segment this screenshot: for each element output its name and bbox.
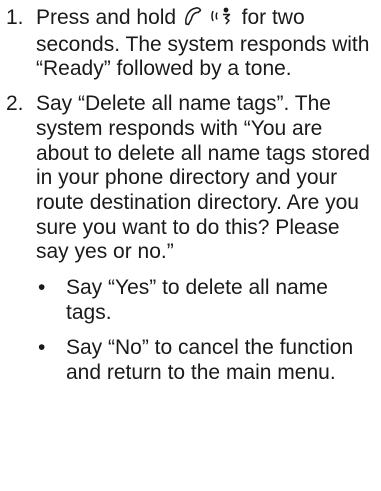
bullet-text: Say “No” to cancel the function and retu… — [66, 336, 354, 385]
step-1: 1. Press and hold for two seconds. The s… — [6, 6, 373, 82]
instruction-page: 1. Press and hold for two seconds. The s… — [0, 0, 381, 491]
phone-handset-icon — [182, 6, 204, 33]
step-text-start: Press and hold — [36, 6, 182, 29]
bullet-marker: • — [38, 276, 46, 300]
bullet-marker: • — [38, 336, 46, 360]
step-text: Say “Delete all name tags”. The system r… — [36, 92, 370, 264]
step-number: 1. — [6, 6, 24, 29]
step-2: 2. Say “Delete all name tags”. The syste… — [6, 92, 373, 397]
bullet-list: • Say “Yes” to delete all name tags. • S… — [36, 276, 373, 386]
step-text: Press and hold for two seconds. The syst… — [36, 6, 373, 82]
bullet-item: • Say “No” to cancel the function and re… — [36, 336, 373, 385]
voice-speech-icon — [210, 6, 236, 33]
bullet-item: • Say “Yes” to delete all name tags. — [36, 276, 373, 325]
bullet-text: Say “Yes” to delete all name tags. — [66, 276, 328, 324]
step-content: Say “Delete all name tags”. The system r… — [36, 92, 373, 397]
step-number: 2. — [6, 92, 24, 116]
